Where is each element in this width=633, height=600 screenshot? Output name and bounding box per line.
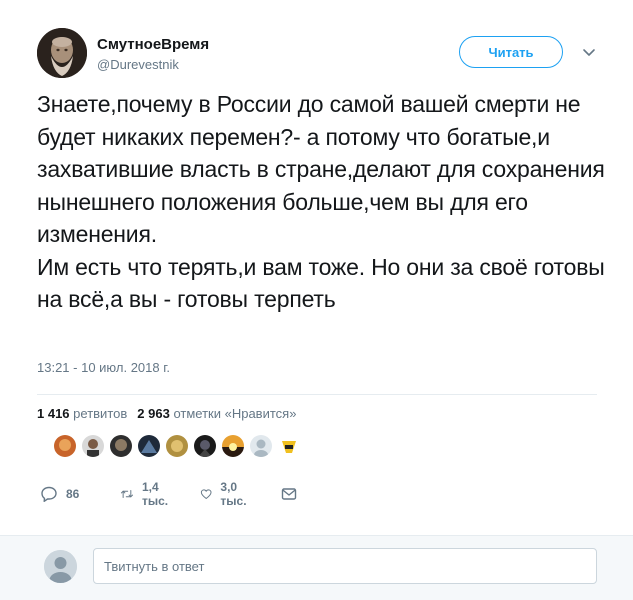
envelope-icon bbox=[281, 488, 297, 500]
reply-icon bbox=[41, 486, 57, 502]
retweets-count: 1 416 bbox=[37, 406, 70, 421]
retweets-stat[interactable]: 1 416 ретвитов bbox=[37, 406, 127, 421]
tweet: СмутноеВремя @Durevestnik Читать Знаете,… bbox=[0, 0, 633, 535]
reply-count: 86 bbox=[66, 487, 80, 501]
author-avatar[interactable] bbox=[37, 28, 87, 78]
liker-avatar[interactable] bbox=[52, 433, 78, 459]
author-avatar-image bbox=[37, 28, 87, 78]
retweet-action[interactable]: 1,4 тыс. bbox=[120, 480, 174, 508]
user-avatar[interactable] bbox=[44, 550, 77, 583]
retweet-count: 1,4 тыс. bbox=[141, 480, 169, 508]
liker-avatar[interactable] bbox=[192, 433, 218, 459]
reply-composer bbox=[0, 535, 633, 600]
tweet-text: Знаете,почему в России до самой вашей см… bbox=[37, 91, 605, 312]
retweets-label: ретвитов bbox=[73, 406, 128, 421]
liker-avatar[interactable] bbox=[248, 433, 274, 459]
divider bbox=[37, 394, 597, 395]
reply-input[interactable] bbox=[93, 548, 597, 584]
liker-avatar[interactable] bbox=[136, 433, 162, 459]
direct-message-action[interactable] bbox=[280, 484, 298, 504]
likes-stat[interactable]: 2 963 отметки «Нравится» bbox=[137, 406, 296, 421]
like-action[interactable]: 3,0 тыс. bbox=[200, 480, 252, 508]
liker-avatar[interactable] bbox=[80, 433, 106, 459]
liker-avatar[interactable] bbox=[276, 433, 302, 459]
follow-button[interactable]: Читать bbox=[459, 36, 563, 68]
chevron-down-icon[interactable] bbox=[581, 44, 597, 60]
heart-icon bbox=[200, 489, 212, 499]
author-name[interactable]: СмутноеВремя bbox=[97, 36, 209, 53]
likes-label: отметки «Нравится» bbox=[173, 406, 297, 421]
reply-action[interactable]: 86 bbox=[40, 484, 79, 504]
likes-count: 2 963 bbox=[137, 406, 170, 421]
default-avatar-icon bbox=[44, 550, 77, 583]
engagement-stats: 1 416 ретвитов 2 963 отметки «Нравится» bbox=[37, 406, 296, 421]
like-count: 3,0 тыс. bbox=[220, 480, 247, 508]
retweet-icon bbox=[120, 490, 134, 498]
author-handle[interactable]: @Durevestnik bbox=[97, 57, 179, 72]
liker-avatar[interactable] bbox=[108, 433, 134, 459]
liker-avatar[interactable] bbox=[220, 433, 246, 459]
liker-avatar[interactable] bbox=[164, 433, 190, 459]
tweet-timestamp[interactable]: 13:21 - 10 июл. 2018 г. bbox=[37, 360, 170, 375]
